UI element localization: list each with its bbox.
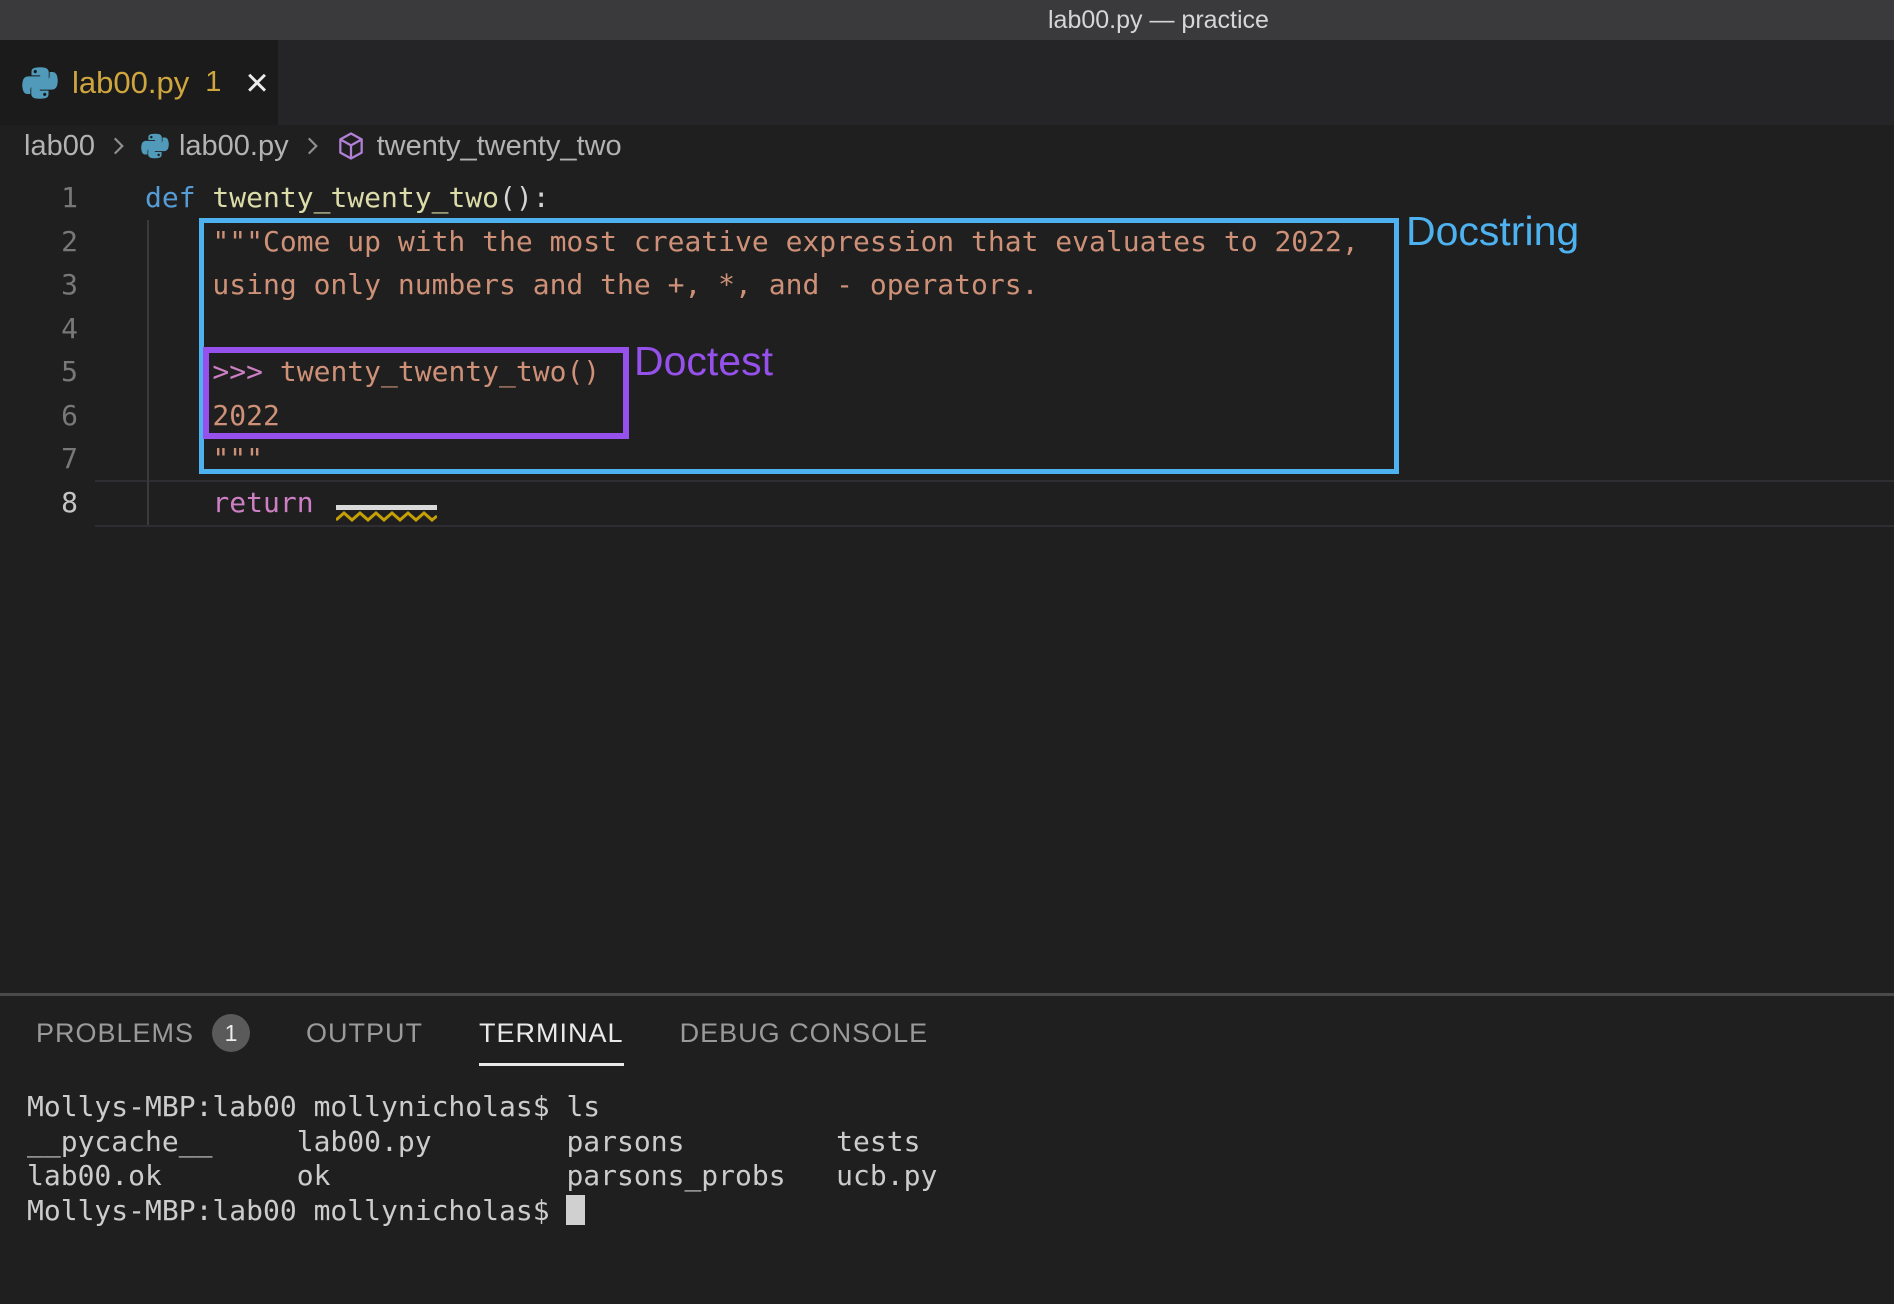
terminal-line: Mollys-MBP:lab00 mollynicholas$ xyxy=(27,1194,566,1227)
breadcrumb-symbol[interactable]: twenty_twenty_two xyxy=(377,130,622,163)
code-line: 1 def twenty_twenty_two(): xyxy=(0,176,1894,220)
window-title: lab00.py — practice xyxy=(1048,6,1269,35)
python-icon xyxy=(22,65,58,101)
line-number: 1 xyxy=(0,181,78,214)
line-number: 4 xyxy=(0,312,78,345)
warning-squiggle-icon xyxy=(336,510,437,524)
chevron-right-icon xyxy=(105,133,131,159)
code-editor[interactable]: 1 def twenty_twenty_two(): 2 """Come up … xyxy=(0,167,1894,993)
python-icon xyxy=(141,132,169,160)
bottom-panel: PROBLEMS 1 OUTPUT TERMINAL DEBUG CONSOLE… xyxy=(0,996,1894,1304)
tab-label: lab00.py xyxy=(72,65,189,101)
breadcrumb-file[interactable]: lab00.py xyxy=(179,130,289,163)
breadcrumb: lab00 lab00.py twenty_twenty_two xyxy=(24,125,622,167)
close-icon[interactable]: × xyxy=(245,65,268,101)
tab-bar: lab00.py 1 × xyxy=(0,40,1894,125)
doctest-annotation-box xyxy=(203,347,629,439)
tab-lab00py[interactable]: lab00.py 1 × xyxy=(0,40,278,125)
panel-tab-bar: PROBLEMS 1 OUTPUT TERMINAL DEBUG CONSOLE xyxy=(36,1014,928,1069)
code-token: return xyxy=(145,486,314,519)
breadcrumb-folder[interactable]: lab00 xyxy=(24,130,95,163)
terminal-line: Mollys-MBP:lab00 mollynicholas$ ls xyxy=(27,1090,937,1125)
vscode-window: lab00.py — practice lab00.py 1 × lab00 l… xyxy=(0,0,1894,1304)
line-number: 3 xyxy=(0,268,78,301)
code-line: 8 return xyxy=(0,481,1894,525)
code-token: twenty_twenty_two xyxy=(196,181,499,214)
panel-tab-label: DEBUG CONSOLE xyxy=(680,1018,929,1049)
code-token: def xyxy=(145,181,196,214)
line-number: 5 xyxy=(0,355,78,388)
line-number: 2 xyxy=(0,225,78,258)
tab-problems[interactable]: PROBLEMS 1 xyxy=(36,1014,250,1069)
title-bar: lab00.py — practice xyxy=(0,0,1894,40)
terminal-prompt-line: Mollys-MBP:lab00 mollynicholas$ xyxy=(27,1194,937,1229)
terminal-line: __pycache__ lab00.py parsons tests xyxy=(27,1125,937,1160)
problems-count-badge: 1 xyxy=(212,1014,250,1052)
line-number: 7 xyxy=(0,442,78,475)
panel-tab-label: PROBLEMS xyxy=(36,1018,194,1049)
code-token: (): xyxy=(499,181,550,214)
tab-debug-console[interactable]: DEBUG CONSOLE xyxy=(680,1018,929,1066)
terminal-line: lab00.ok ok parsons_probs ucb.py xyxy=(27,1159,937,1194)
panel-tab-label: OUTPUT xyxy=(306,1018,423,1049)
tab-terminal[interactable]: TERMINAL xyxy=(479,1018,624,1066)
line-number: 6 xyxy=(0,399,78,432)
terminal-output[interactable]: Mollys-MBP:lab00 mollynicholas$ ls __pyc… xyxy=(27,1090,937,1228)
panel-tab-label: TERMINAL xyxy=(479,1018,624,1049)
docstring-annotation-label: Docstring xyxy=(1406,208,1579,255)
tab-output[interactable]: OUTPUT xyxy=(306,1018,423,1066)
line-number: 8 xyxy=(0,486,78,519)
doctest-annotation-label: Doctest xyxy=(634,338,773,385)
chevron-right-icon xyxy=(299,133,325,159)
terminal-cursor xyxy=(566,1195,585,1225)
symbol-cube-icon xyxy=(335,130,367,162)
tab-problem-count: 1 xyxy=(205,66,221,99)
